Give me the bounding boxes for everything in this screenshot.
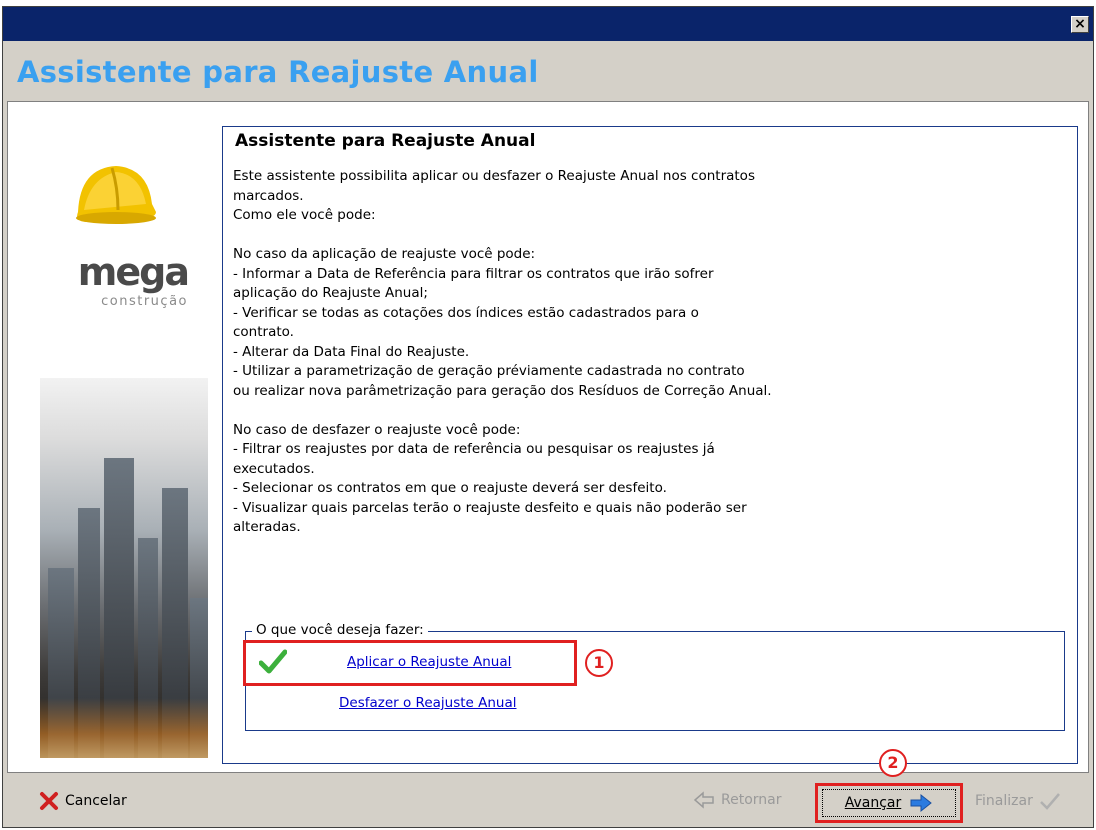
cancel-x-icon: [40, 792, 58, 810]
arrow-left-icon: [693, 791, 714, 809]
wizard-sidebar: mega construção: [18, 110, 208, 760]
logo-mega: mega: [77, 250, 190, 294]
annotation-marker-1: 1: [585, 649, 613, 677]
content-description: Este assistente possibilita aplicar ou d…: [233, 168, 772, 535]
annotation-marker-2: 2: [879, 749, 907, 777]
cancel-button[interactable]: Cancelar: [39, 791, 127, 811]
annotation-highlight-option: [243, 640, 577, 686]
content-panel: Assistente para Reajuste Anual Este assi…: [222, 126, 1078, 764]
city-skyline-image: [40, 378, 208, 758]
logo-subtitle: construção: [101, 294, 188, 309]
next-button[interactable]: Avançar: [815, 783, 963, 823]
back-button[interactable]: Retornar: [693, 791, 781, 809]
wizard-client-area: mega construção Assistente para Reajuste…: [7, 101, 1089, 773]
wizard-header-title: Assistente para Reajuste Anual: [17, 55, 539, 89]
button-bar: Cancelar Retornar Avançar Finalizar: [7, 777, 1089, 825]
next-label: Avançar: [844, 795, 902, 811]
arrow-right-icon: [910, 793, 933, 813]
finish-label: Finalizar: [975, 793, 1033, 809]
cancel-label: Cancelar: [65, 793, 127, 809]
back-label: Retornar: [721, 792, 782, 808]
next-button-inner: Avançar: [822, 789, 956, 817]
finish-button[interactable]: Finalizar: [975, 791, 1061, 811]
finish-check-icon: [1039, 793, 1060, 810]
options-group-legend: O que você deseja fazer:: [252, 622, 428, 638]
content-title: Assistente para Reajuste Anual: [235, 131, 536, 151]
wizard-header: Assistente para Reajuste Anual: [3, 41, 1093, 101]
title-bar: ×: [3, 7, 1093, 41]
wizard-window: × Assistente para Reajuste Anual mega co…: [2, 6, 1094, 828]
helmet-logo-icon: [76, 166, 156, 224]
close-button[interactable]: ×: [1071, 16, 1089, 33]
undo-readjust-option[interactable]: Desfazer o Reajuste Anual: [339, 695, 517, 711]
